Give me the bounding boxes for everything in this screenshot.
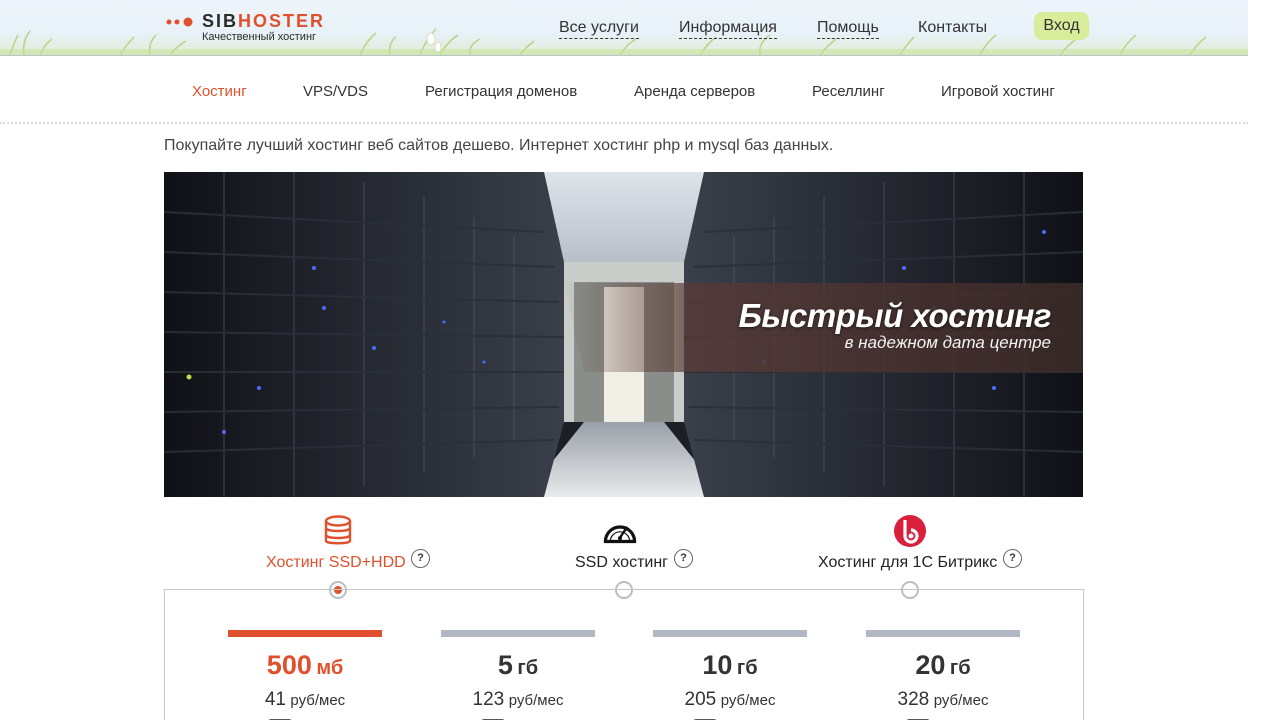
plan-card-5gb[interactable]: 5 гб 123 руб/мес <box>441 630 595 720</box>
intro-text: Покупайте лучший хостинг веб сайтов деше… <box>164 137 834 154</box>
speedometer-icon <box>603 525 637 544</box>
service-nav: Хостинг VPS/VDS Регистрация доменов Арен… <box>0 56 1248 124</box>
pricing-panel: 500 мб 41 руб/мес 5 гб 123 руб/мес 10 гб… <box>164 589 1084 720</box>
plan-bar <box>866 630 1020 637</box>
plan-discount-partial <box>693 715 767 720</box>
nav-contacts[interactable]: Контакты <box>918 18 987 38</box>
plan-price: 328 руб/мес <box>897 689 989 710</box>
service-tab-hosting[interactable]: Хостинг <box>192 83 247 101</box>
plan-size: 20 гб <box>915 650 971 680</box>
hero-banner[interactable]: Быстрый хостинг в надежном дата центре <box>164 172 1083 497</box>
plan-bar <box>653 630 807 637</box>
plan-discount-partial <box>906 715 980 720</box>
service-tab-servers[interactable]: Аренда серверов <box>634 83 755 101</box>
plan-card-20gb[interactable]: 20 гб 328 руб/мес <box>866 630 1020 720</box>
plan-size: 10 гб <box>702 650 758 680</box>
plan-type-bitrix[interactable]: Хостинг для 1С Битрикс ? <box>818 514 1028 594</box>
plan-type-label: Хостинг SSD+HDD <box>266 554 406 571</box>
plan-price: 41 руб/мес <box>264 689 346 710</box>
plan-size: 5 гб <box>497 650 539 680</box>
plan-type-ssd-hdd[interactable]: Хостинг SSD+HDD ? <box>266 514 436 594</box>
logo-dots-icon <box>166 17 193 27</box>
logo-brand-part2: HOSTER <box>238 11 326 31</box>
database-icon <box>324 515 352 545</box>
top-header: SIBHOSTER Качественный хостинг Все услуг… <box>0 0 1248 56</box>
plan-type-ssd[interactable]: SSD хостинг ? <box>575 514 705 594</box>
plan-card-500mb[interactable]: 500 мб 41 руб/мес <box>228 630 382 720</box>
service-tab-vps[interactable]: VPS/VDS <box>303 83 368 101</box>
banner-subtitle: в надежном дата центре <box>844 333 1051 352</box>
logo-brand-part1: SIB <box>202 11 239 31</box>
banner-title: Быстрый хостинг <box>738 297 1052 334</box>
plan-size: 500 мб <box>266 650 344 680</box>
service-tab-game-hosting[interactable]: Игровой хостинг <box>941 83 1055 101</box>
help-icon[interactable]: ? <box>674 549 693 568</box>
nav-help[interactable]: Помощь <box>817 18 879 39</box>
logo-brand: SIBHOSTER <box>202 12 325 30</box>
plan-price: 123 руб/мес <box>472 689 564 710</box>
plan-card-10gb[interactable]: 10 гб 205 руб/мес <box>653 630 807 720</box>
site-logo[interactable]: SIBHOSTER Качественный хостинг <box>166 12 346 46</box>
service-tab-reselling[interactable]: Реселлинг <box>812 83 885 101</box>
plan-type-label: SSD хостинг <box>575 554 668 571</box>
nav-all-services[interactable]: Все услуги <box>559 18 639 39</box>
plan-discount-partial <box>481 715 555 720</box>
nav-information[interactable]: Информация <box>679 18 777 39</box>
help-icon[interactable]: ? <box>1003 549 1022 568</box>
plan-discount-partial <box>268 715 342 720</box>
service-tab-domains[interactable]: Регистрация доменов <box>425 83 577 101</box>
plan-price: 205 руб/мес <box>684 689 776 710</box>
logo-tagline: Качественный хостинг <box>202 31 317 43</box>
login-button[interactable]: Вход <box>1034 12 1089 40</box>
plan-bar <box>441 630 595 637</box>
bitrix-logo-icon <box>894 515 926 547</box>
plan-type-label: Хостинг для 1С Битрикс <box>818 554 998 571</box>
help-icon[interactable]: ? <box>411 549 430 568</box>
plan-bar <box>228 630 382 637</box>
nav-divider <box>0 122 1248 124</box>
